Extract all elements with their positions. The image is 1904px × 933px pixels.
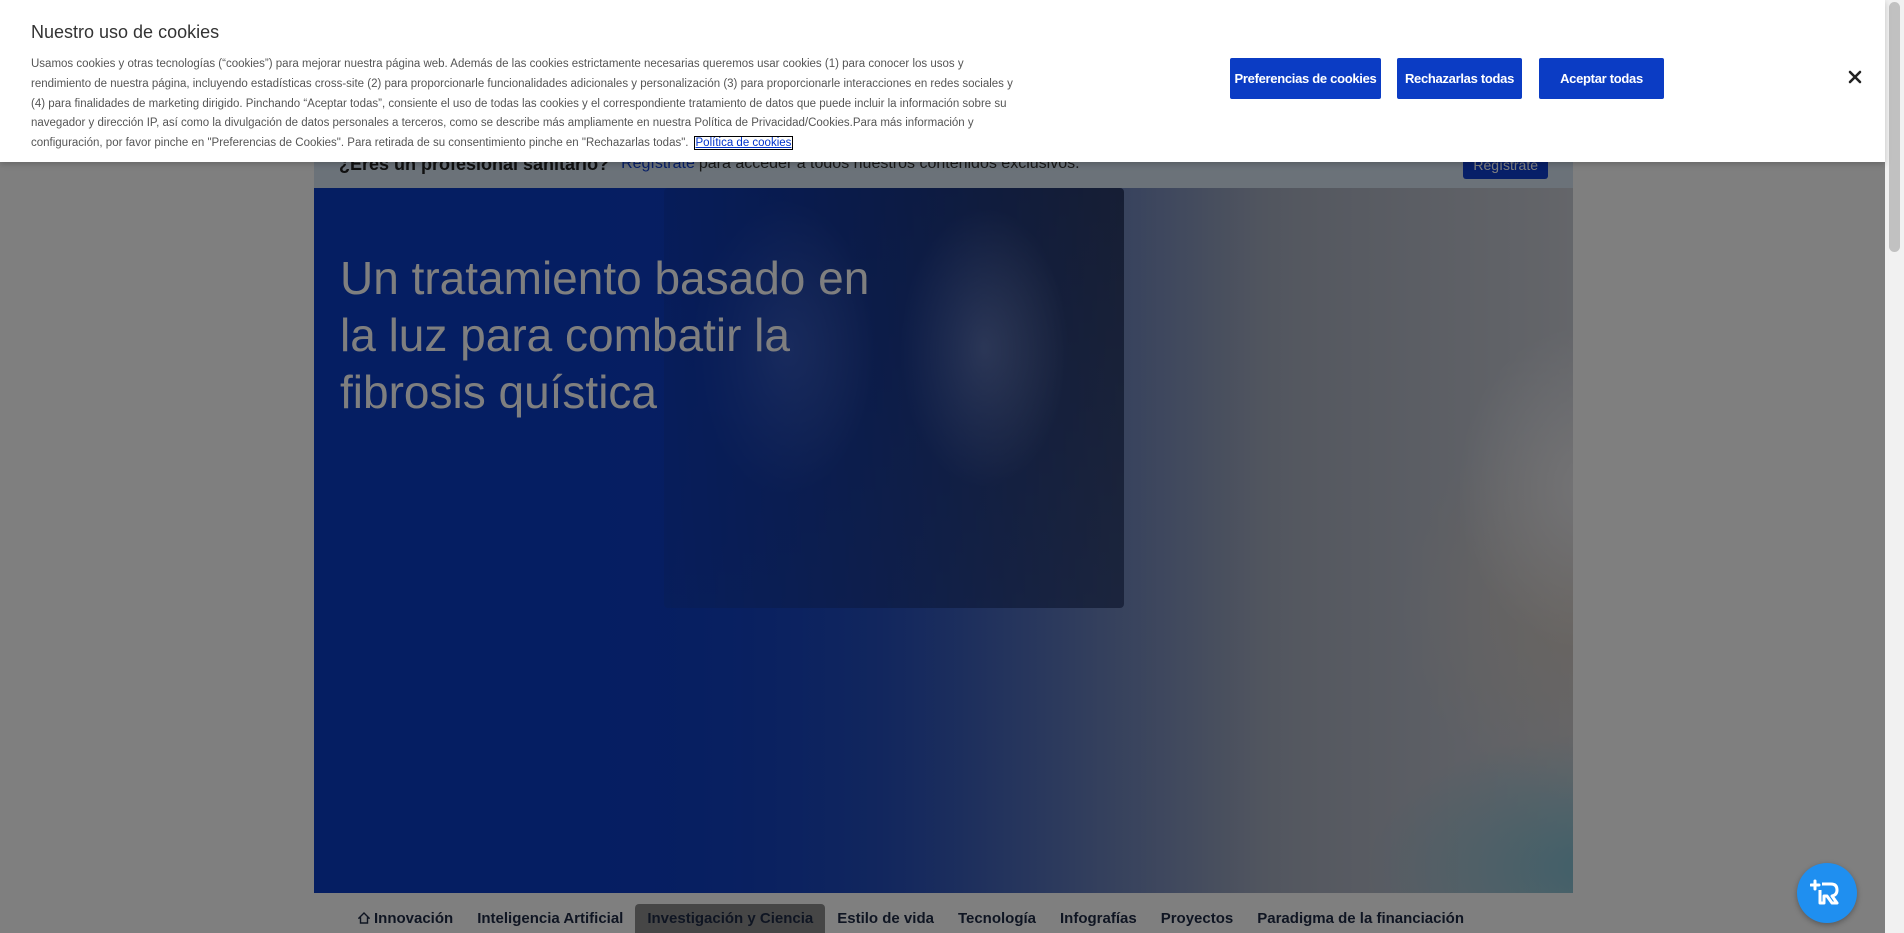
cookie-preferences-button[interactable]: Preferencias de cookies — [1230, 58, 1381, 99]
cookie-banner-text: Usamos cookies y otras tecnologías (“coo… — [31, 55, 1021, 154]
cookie-policy-link[interactable]: Política de cookies — [693, 136, 794, 151]
assistant-fab-button[interactable] — [1797, 863, 1857, 923]
accept-all-button[interactable]: Aceptar todas — [1539, 58, 1664, 99]
assistant-icon — [1810, 879, 1839, 905]
page-scrollbar[interactable] — [1885, 0, 1904, 933]
reject-all-button[interactable]: Rechazarlas todas — [1397, 58, 1522, 99]
cookie-banner-title: Nuestro uso de cookies — [31, 22, 220, 42]
close-icon[interactable] — [1844, 66, 1866, 88]
cookie-body: Usamos cookies y otras tecnologías (“coo… — [31, 58, 1013, 150]
scrollbar-thumb[interactable] — [1889, 2, 1900, 252]
cookie-banner: Nuestro uso de cookies Usamos cookies y … — [0, 0, 1885, 162]
